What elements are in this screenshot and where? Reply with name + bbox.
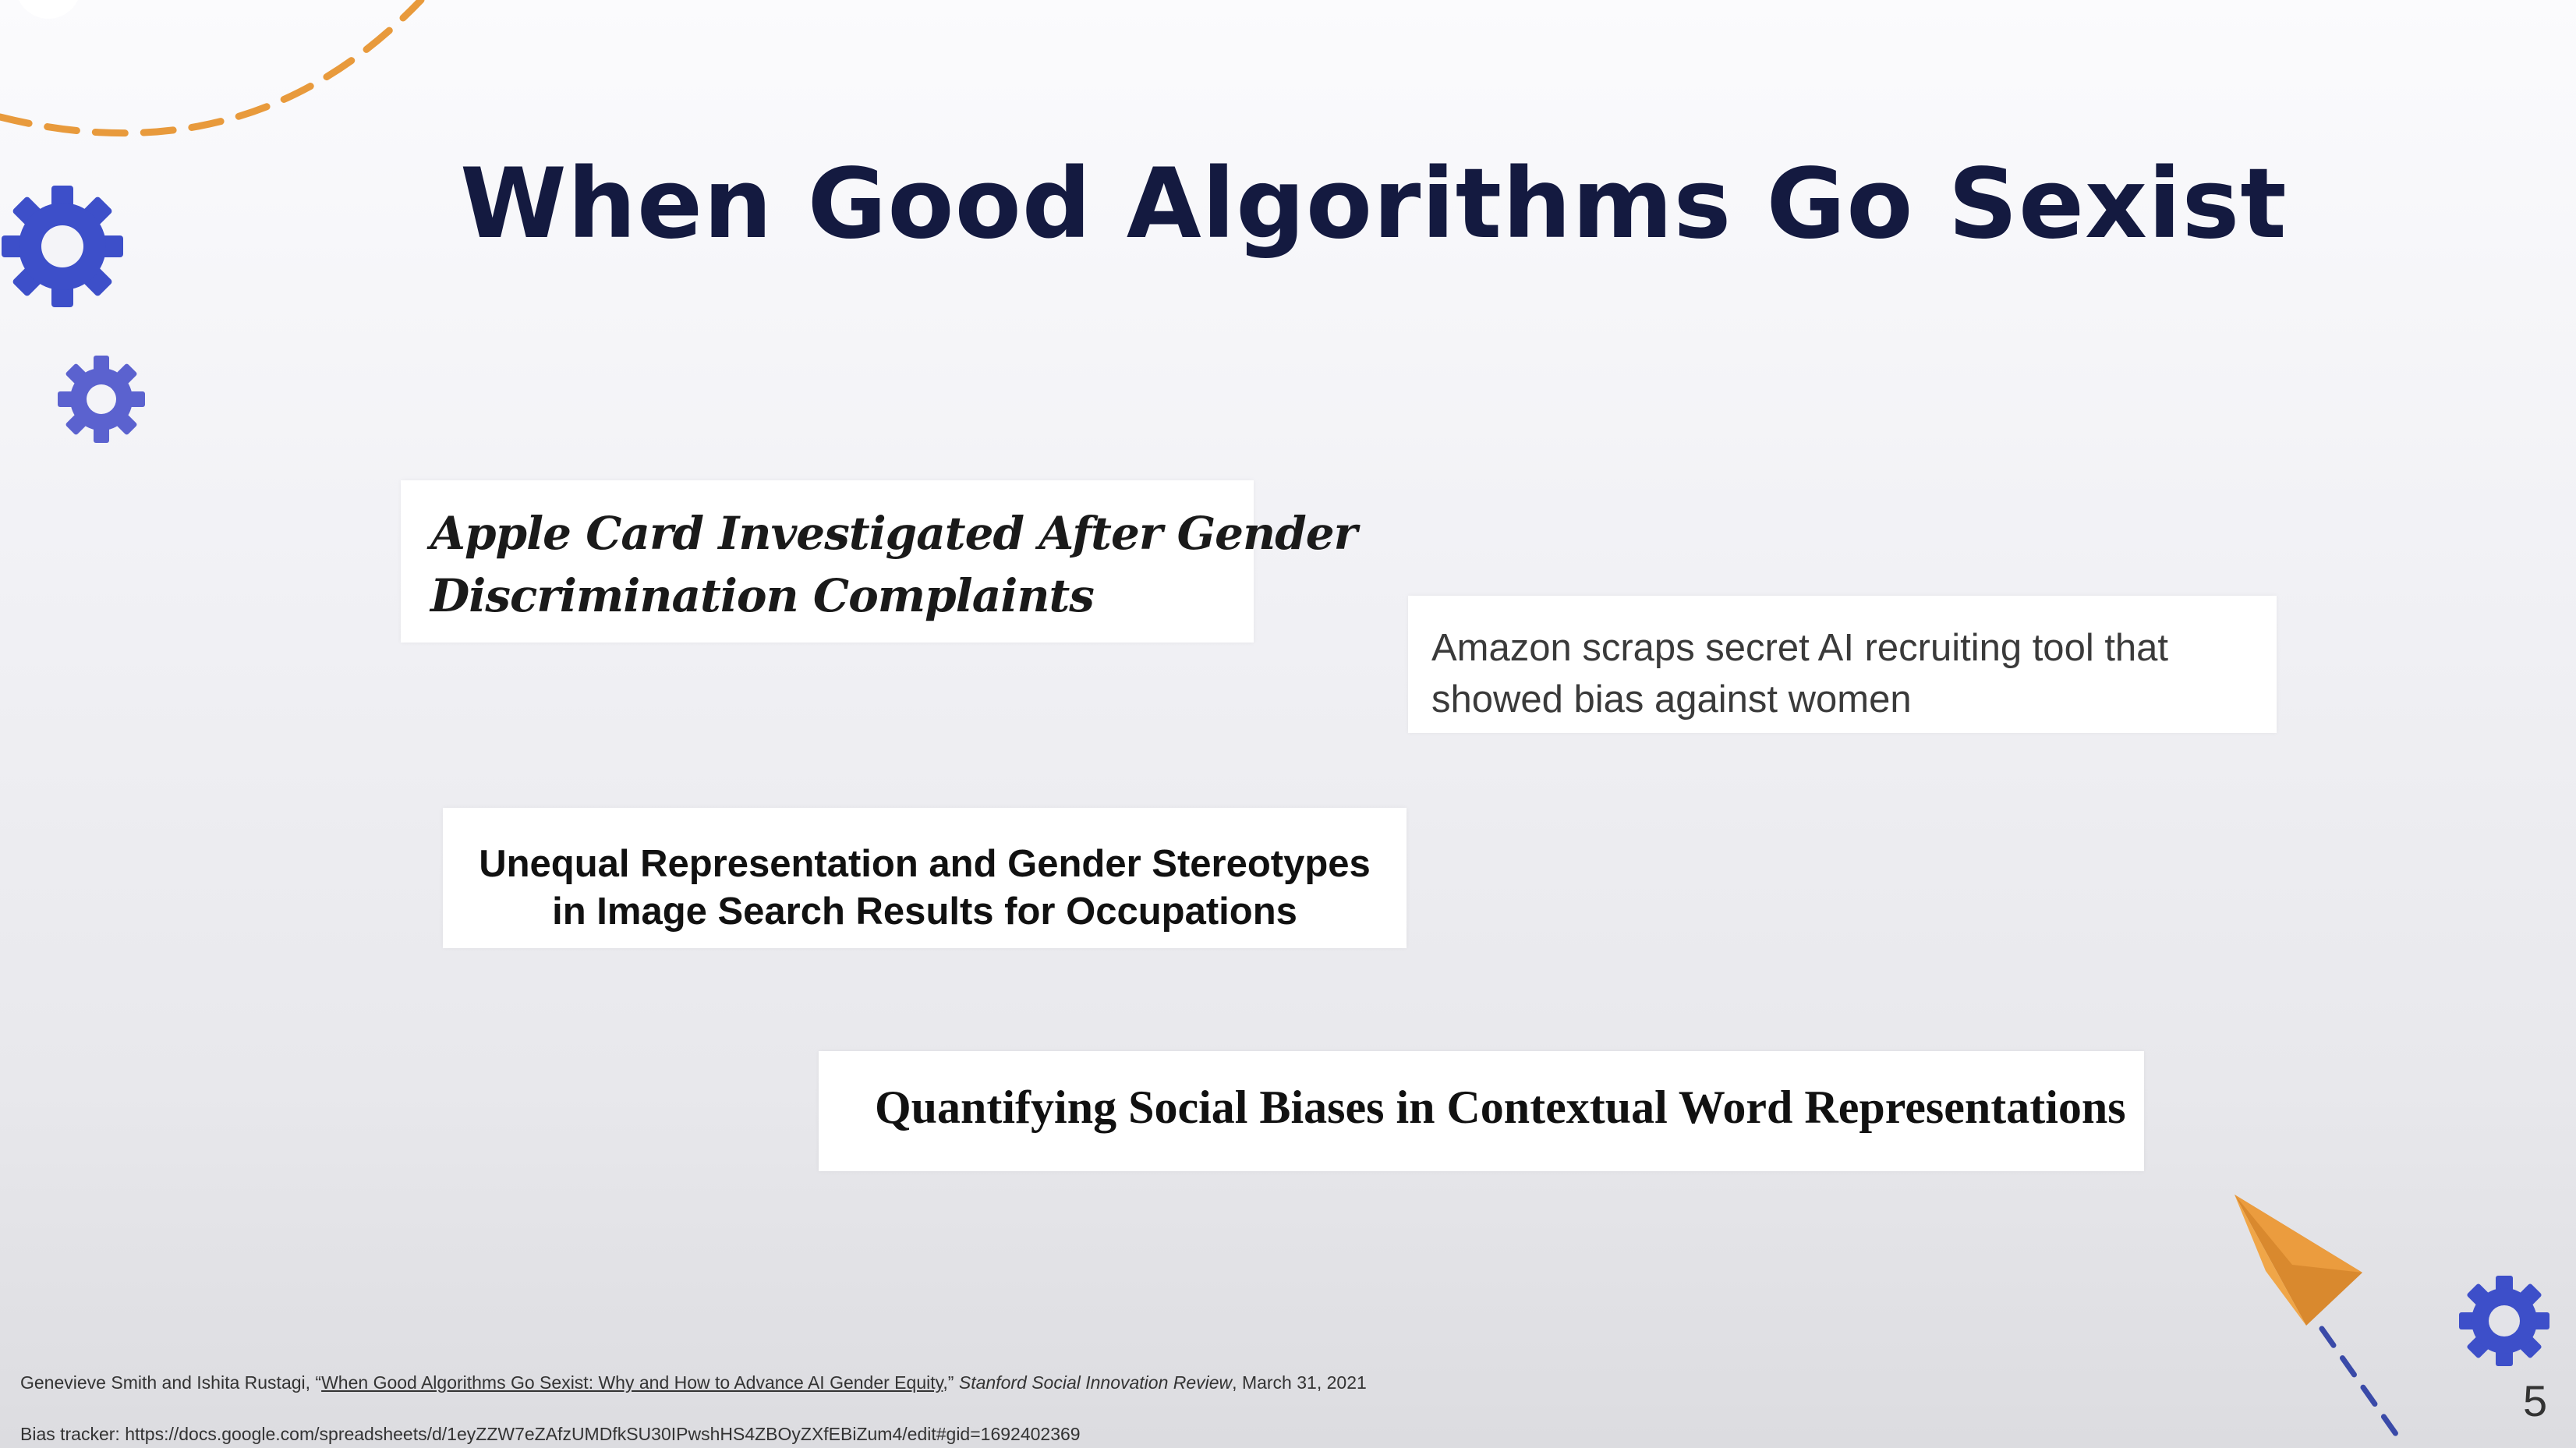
slide: When Good Algorithms Go Sexist Apple Car… [0,0,2576,1448]
headline-card-apple-card: Apple Card Investigated After Gender Dis… [401,480,1357,643]
orange-dashed-arc [0,0,425,137]
citation-authors: Genevieve Smith and Ishita Rustagi, “ [20,1372,322,1393]
slide-title: When Good Algorithms Go Sexist [460,148,2288,260]
headline-line: Unequal Representation and Gender Stereo… [479,843,1371,885]
headline-card-amazon: Amazon scraps secret AI recruiting tool … [1408,596,2277,733]
headline-line: in Image Search Results for Occupations [552,890,1297,933]
headline-line: Apple Card Investigated After Gender [430,507,1357,560]
headline-card-image-search: Unequal Representation and Gender Stereo… [443,808,1407,948]
gear-icon [2,186,123,307]
headline-text: Amazon scraps secret AI recruiting tool … [1431,622,2168,725]
headline-line: Discrimination Complaints [430,569,1095,622]
citation-article-link[interactable]: When Good Algorithms Go Sexist: Why and … [321,1372,943,1393]
gear-icon [2459,1276,2549,1366]
paper-plane-icon [2235,1195,2362,1326]
headline-text: Apple Card Investigated After Gender Dis… [430,502,1357,627]
corner-circle [19,0,78,19]
citation-publication: Stanford Social Innovation Review [958,1372,1233,1393]
citation-line: Genevieve Smith and Ishita Rustagi, “Whe… [20,1372,1367,1393]
headline-text: Unequal Representation and Gender Stereo… [443,841,1407,936]
headline-card-social-biases: Quantifying Social Biases in Contextual … [819,1051,2144,1171]
bias-tracker-label: Bias tracker: [20,1424,126,1444]
headline-text: Quantifying Social Biases in Contextual … [875,1082,2126,1133]
headline-line: Amazon scraps secret AI recruiting tool … [1431,627,2169,669]
bias-tracker-line: Bias tracker: https://docs.google.com/sp… [20,1424,1081,1445]
plane-dashed-trail [2319,1326,2403,1443]
bias-tracker-url[interactable]: https://docs.google.com/spreadsheets/d/1… [125,1424,1080,1444]
gear-icon [58,356,145,443]
citation-punctuation: ,” [943,1372,959,1393]
page-number: 5 [2523,1376,2548,1425]
citation-date: , March 31, 2021 [1232,1372,1367,1393]
headline-line: showed bias against women [1431,678,1912,720]
